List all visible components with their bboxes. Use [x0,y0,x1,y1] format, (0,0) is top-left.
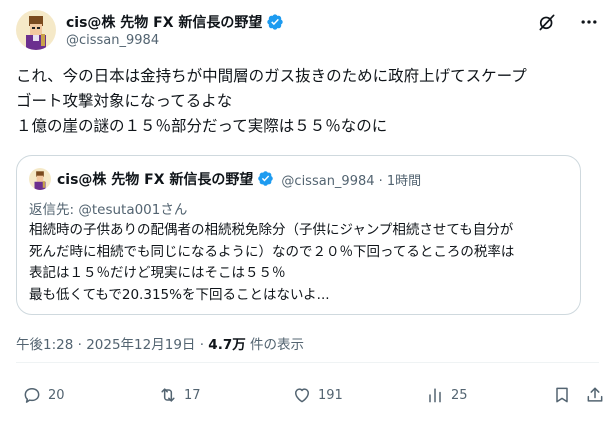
repost-button[interactable]: 17 [158,385,201,405]
quoted-text: 相続時の子供ありの配偶者の相続税免除分（子供にジャンプ相続させても自分が 死んだ… [29,220,574,306]
quoted-text-line: 相続時の子供ありの配偶者の相続税免除分（子供にジャンプ相続させても自分が [29,222,514,238]
analytics-count: 25 [451,387,468,403]
divider [16,362,599,363]
author-display-name[interactable]: cis@株 先物 FX 新信長の野望 [66,12,262,32]
quoted-text-line: 最も低くてもで20.315%を下回ることはないよ... [29,286,330,303]
post-text: これ、今の日本は金持ちが中間層のガス抜きのために政府上げてスケープ ゴート攻撃対… [16,64,606,139]
grok-icon[interactable] [537,12,557,32]
author-name-row: cis@株 先物 FX 新信長の野望 [66,12,284,32]
reply-button[interactable]: 20 [22,385,65,405]
quoted-avatar [29,168,51,190]
timestamp-row: 午後1:28 · 2025年12月19日 · 4.7万 件の表示 [16,337,305,353]
analytics-icon [429,388,441,403]
quoted-text-line: 死んだ時に相続でも同じになるように）なので２０％下回ってるところの税率は [29,243,515,260]
reply-icon [24,388,40,403]
quoted-name-row: cis@株 先物 FX 新信長の野望 @cissan_9984 · 1時間 [57,169,421,189]
like-icon [295,388,309,403]
analytics-button[interactable]: 25 [425,385,468,405]
author-handle[interactable]: @cissan_9984 [66,33,159,48]
post-text-line: １億の崖の謎の１５％部分だって実際は５５％なのに [16,117,388,135]
like-count: 191 [318,387,343,403]
post-text-line: これ、今の日本は金持ちが中間層のガス抜きのために政府上げてスケープ [16,67,527,85]
view-count-suffix: 件の表示 [250,337,305,353]
share-icon [587,387,603,402]
header-actions [537,12,599,32]
bookmark-button[interactable] [552,385,572,405]
bookmark-icon [556,387,568,403]
verified-badge-icon [257,170,275,188]
like-button[interactable]: 191 [292,385,343,405]
post-text-line: ゴート攻撃対象になってるよな [16,92,233,110]
post-timestamp[interactable]: 午後1:28 · 2025年12月19日 [16,337,195,353]
reply-count: 20 [48,387,65,403]
share-button[interactable] [585,385,605,405]
avatar[interactable] [16,10,56,50]
verified-badge-icon [266,13,284,31]
repost-icon [161,388,175,402]
quoted-post-card[interactable]: cis@株 先物 FX 新信長の野望 @cissan_9984 · 1時間 返信… [16,155,581,315]
view-count: 4.7万 [208,337,246,353]
quoted-text-line: 表記は１５％だけど現実にはそこは５５％ [29,265,286,281]
quoted-handle-time: @cissan_9984 · 1時間 [281,173,422,189]
quoted-reply-to: 返信先: @tesuta001さん [29,202,188,218]
repost-count: 17 [184,387,201,403]
post: cis@株 先物 FX 新信長の野望 @cissan_9984 これ、今の日本は… [0,0,615,431]
more-icon[interactable] [579,12,599,32]
quoted-display-name: cis@株 先物 FX 新信長の野望 [57,172,254,188]
